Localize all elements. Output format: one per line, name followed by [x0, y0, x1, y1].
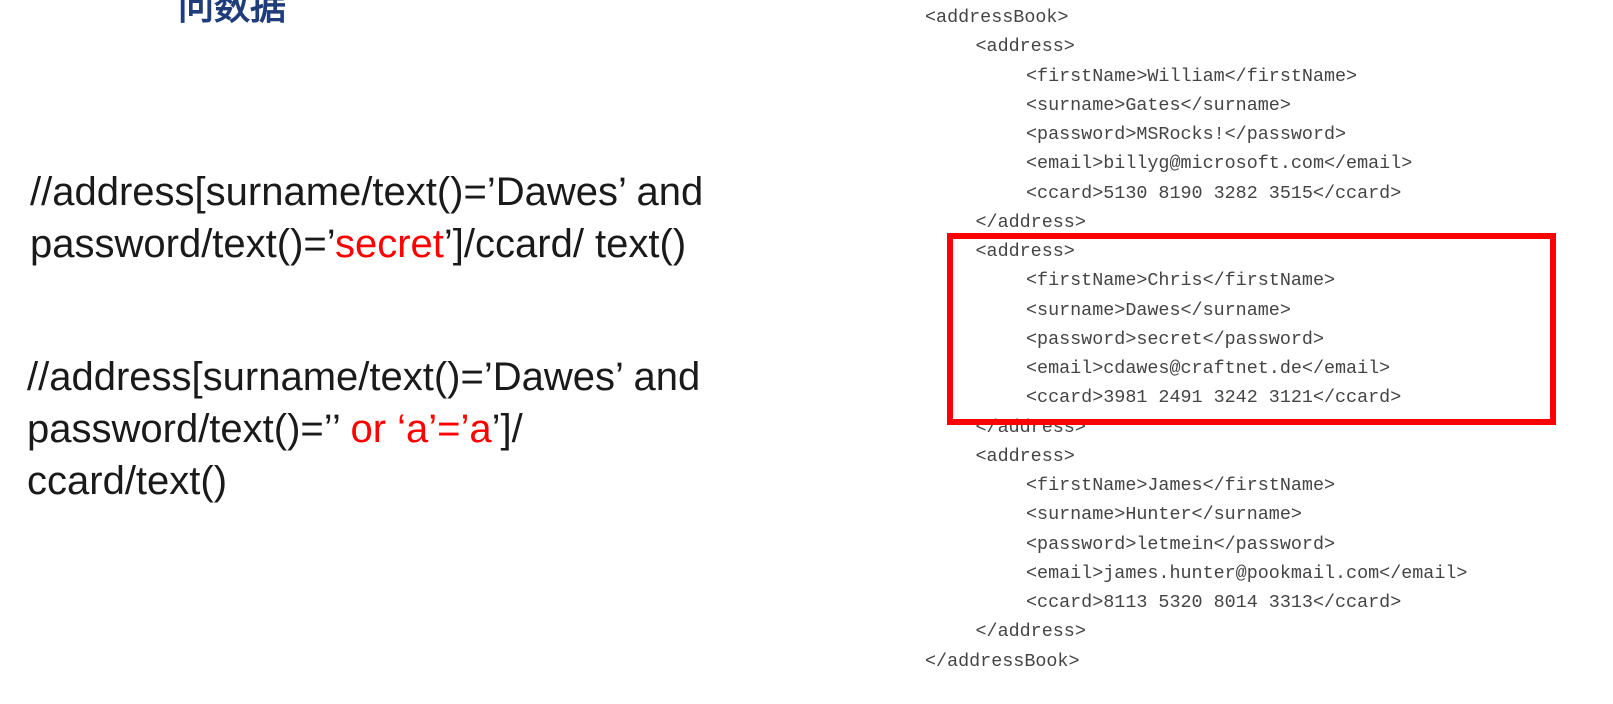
xpath-query-normal: //address[surname/text()=’Dawes’ and pass… [30, 166, 703, 270]
query-fragment: ’]/ [491, 407, 523, 451]
xml-line: </addressBook> [925, 650, 1080, 672]
injected-fragment: or ‘a’=’a [350, 407, 492, 451]
xpath-query-injection: //address[surname/text()=’Dawes’ and pass… [27, 351, 700, 507]
xml-line: </address> [975, 621, 1086, 643]
query-fragment: //address[surname/text()=’Dawes’ and [27, 355, 701, 399]
query-fragment: ccard/text() [27, 459, 228, 503]
xml-line: <firstName>James</firstName> [1026, 475, 1336, 496]
xml-line: <ccard>5130 8190 3282 3515</ccard> [1026, 182, 1402, 204]
xml-line: <email>james.hunter@pookmail.com</email> [1026, 562, 1468, 584]
slide-title: 问数据 [178, 0, 287, 28]
slide: 问数据 //address[surname/text()=’Dawes’ and… [0, 0, 1613, 704]
xml-line: <firstName>William</firstName> [1026, 65, 1358, 87]
xml-line: <address> [975, 36, 1075, 58]
xml-line: <surname>Hunter</surname> [1026, 504, 1302, 526]
query-fragment: password/text()=’’ [27, 407, 351, 451]
query-fragment: //address[surname/text()=’Dawes’ and [30, 170, 704, 214]
highlighted-record-box [947, 233, 1556, 425]
query-line: //address[surname/text()=’Dawes’ and [27, 351, 700, 403]
query-fragment: ’]/ccard/ text() [443, 222, 687, 266]
query-fragment: password/text()=’ [30, 222, 335, 266]
xml-line: <email>billyg@microsoft.com</email> [1026, 153, 1413, 175]
xml-line: <password>MSRocks!</password> [1026, 124, 1347, 145]
query-line: password/text()=’’ or ‘a’=’a’]/ [27, 403, 700, 455]
query-line: //address[surname/text()=’Dawes’ and [30, 166, 703, 218]
query-line: ccard/text() [27, 455, 700, 507]
xml-line: <ccard>8113 5320 8014 3313</ccard> [1026, 592, 1402, 613]
injected-fragment: secret [334, 222, 444, 266]
xml-line: <addressBook> [925, 7, 1069, 28]
xml-line: <address> [975, 445, 1075, 467]
query-line: password/text()=’secret’]/ccard/ text() [30, 218, 703, 270]
xml-line: <password>letmein</password> [1026, 533, 1336, 555]
xml-line: <surname>Gates</surname> [1026, 94, 1291, 116]
xml-line: </address> [975, 211, 1086, 233]
